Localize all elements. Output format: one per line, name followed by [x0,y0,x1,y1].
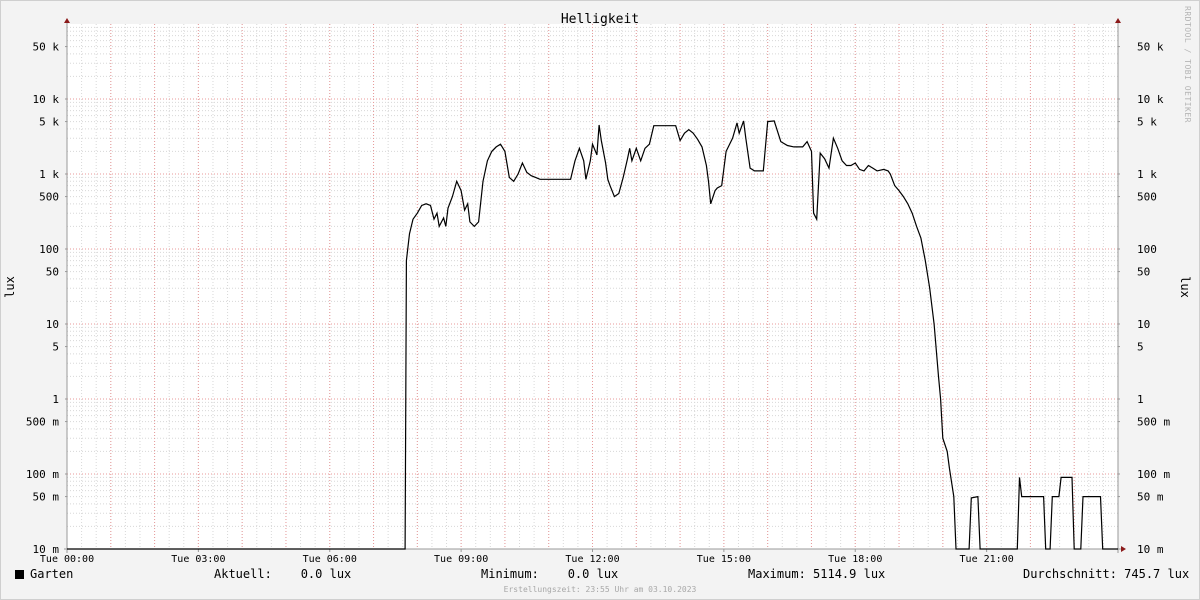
y-tick-label-left: 50 [46,266,59,279]
legend-maximum: Maximum: 5114.9 lux [748,567,886,581]
y-tick-label-left: 100 [39,243,59,256]
x-tick-label: Tue 12:00 [565,554,619,565]
legend-minimum: Minimum: 0.0 lux [481,567,619,581]
rrdtool-watermark: RRDTOOL / TOBI OETIKER [1183,6,1192,123]
y-axis-right-ticks: 50 k 10 k 5 k 1 k 500 100 50 10 5 1 500 m 100 m 50 m… [1118,41,1170,556]
y-tick-label-right: 100 [1137,243,1157,256]
y-tick-label-right: 500 [1137,191,1157,204]
x-tick-label: Tue 21:00 [960,554,1014,565]
legend-average: Durchschnitt: 745.7 lux [1023,567,1190,581]
x-tick-label: Tue 09:00 [434,554,488,565]
y-axis-right-arrow [1115,18,1121,23]
y-tick-label-right: 5 k [1137,116,1157,129]
y-axis-left-ticks: 50 k 10 k 5 k 1 k 500 100 50 10 5 1 500 m 100 m 50 m… [26,41,67,556]
y-tick-label-right: 1 k [1137,168,1157,181]
x-axis-arrow [1121,546,1126,552]
y-axis-left-arrow [64,18,70,23]
creation-timestamp: Erstellungszeit: 23:55 Uhr am 03.10.2023 [503,585,697,594]
y-axis-label-right: lux [1178,276,1192,298]
legend-swatch [15,570,24,579]
y-tick-label-left: 10 k [33,93,60,106]
y-tick-label-left: 1 [52,393,59,406]
y-tick-label-right: 500 m [1137,416,1170,429]
y-tick-label-left: 500 m [26,416,59,429]
y-tick-label-left: 100 m [26,468,59,481]
y-tick-label-right: 5 [1137,341,1144,354]
y-tick-label-right: 10 m [1137,543,1164,556]
x-tick-label: Tue 03:00 [171,554,225,565]
y-axis-label-left: lux [3,276,17,298]
x-axis-ticks: Tue 00:00 Tue 03:00 Tue 06:00 Tue 09:00 Tue … [40,549,1014,565]
y-tick-label-left: 5 [52,341,59,354]
y-tick-label-right: 1 [1137,393,1144,406]
x-tick-label: Tue 00:00 [40,554,94,565]
y-tick-label-right: 10 k [1137,93,1164,106]
y-tick-label-left: 50 k [33,41,60,54]
y-tick-label-right: 100 m [1137,468,1170,481]
x-tick-label: Tue 15:00 [697,554,751,565]
y-tick-label-left: 50 m [33,491,60,504]
y-tick-label-left: 10 [46,318,59,331]
y-tick-label-left: 500 [39,191,59,204]
brightness-chart: 50 k 10 k 5 k 1 k 500 100 50 10 5 1 500 m 100 m 50 m… [3,12,1192,565]
x-tick-label: Tue 18:00 [828,554,882,565]
chart-title: Helligkeit [561,12,639,27]
y-tick-label-left: 1 k [39,168,59,181]
x-tick-label: Tue 06:00 [303,554,357,565]
y-tick-label-left: 5 k [39,116,59,129]
legend-current: Aktuell: 0.0 lux [214,567,352,581]
y-tick-label-right: 50 [1137,266,1150,279]
y-tick-label-right: 10 [1137,318,1150,331]
legend-series-name: Garten [30,567,74,581]
y-tick-label-right: 50 m [1137,491,1164,504]
y-tick-label-right: 50 k [1137,41,1164,54]
